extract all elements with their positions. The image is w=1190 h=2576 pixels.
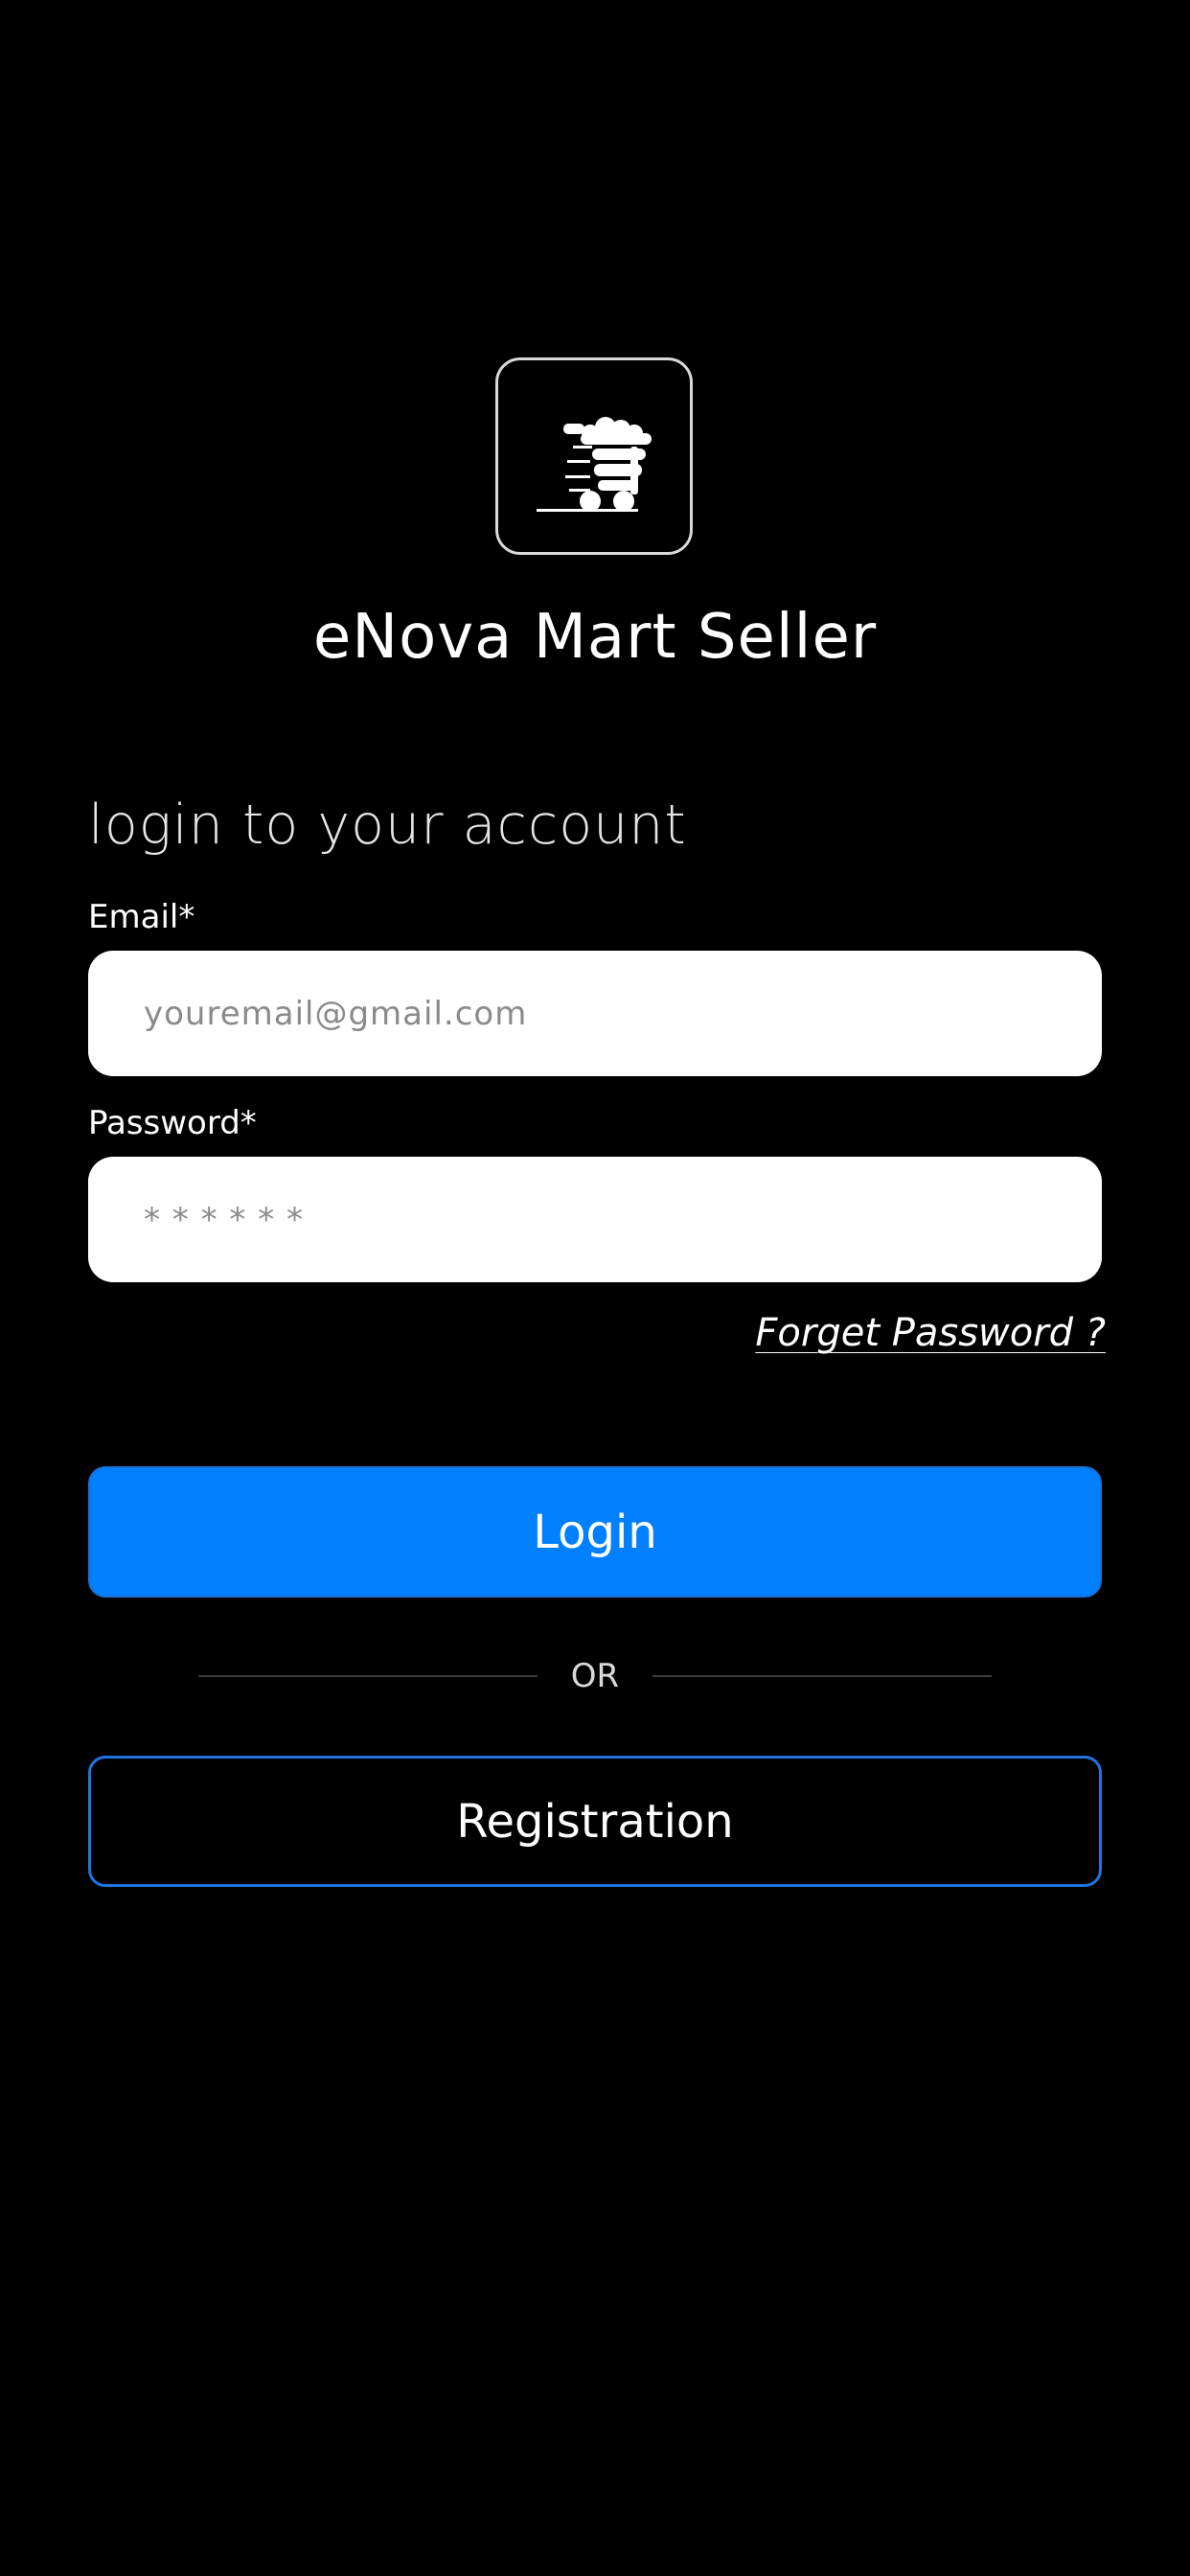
app-title: eNova Mart Seller (312, 602, 878, 673)
password-input[interactable] (88, 1157, 1102, 1282)
app-logo (495, 357, 693, 555)
shopping-cart-icon (537, 417, 652, 512)
divider-line-right (652, 1675, 992, 1677)
form-heading: login to your account (88, 794, 687, 857)
registration-button[interactable]: Registration (88, 1756, 1102, 1887)
or-divider-text: OR (570, 1657, 620, 1695)
forgot-password-link[interactable]: Forget Password ? (755, 1308, 1106, 1358)
divider-line-left (198, 1675, 538, 1677)
email-label: Email* (88, 898, 195, 936)
password-label: Password* (88, 1104, 257, 1142)
login-button[interactable]: Login (88, 1466, 1102, 1598)
email-input[interactable] (88, 951, 1102, 1076)
